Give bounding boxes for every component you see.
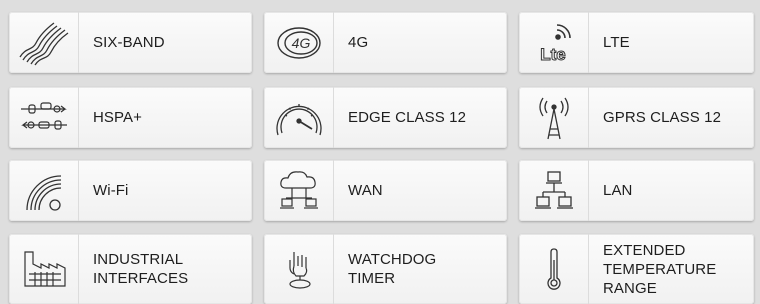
lan-network-icon [519, 160, 589, 221]
factory-icon [9, 234, 79, 304]
feature-tile-wifi: Wi-Fi [9, 160, 252, 221]
feature-label: SIX-BAND [79, 33, 165, 52]
feature-label: LTE [589, 33, 630, 52]
feature-tile-temperature: EXTENDED TEMPERATURE RANGE [519, 234, 754, 304]
feature-label-line: INTERFACES [93, 270, 189, 287]
hspa-plus-icon [9, 87, 79, 148]
feature-label-line: 4G [348, 34, 369, 51]
feature-label: HSPA+ [79, 108, 142, 127]
4g-badge-text: 4G [291, 35, 310, 51]
feature-label-line: WAN [348, 182, 383, 199]
watchdog-hand-icon [264, 234, 334, 304]
wifi-icon [9, 160, 79, 221]
feature-tile-hspa: HSPA+ [9, 87, 252, 148]
feature-label: WAN [334, 181, 383, 200]
feature-label-line: LAN [603, 182, 633, 199]
4g-icon: 4G [264, 12, 334, 73]
feature-label: INDUSTRIAL INTERFACES [79, 250, 188, 288]
feature-label: GPRS CLASS 12 [589, 108, 721, 127]
feature-label: EDGE CLASS 12 [334, 108, 466, 127]
feature-tile-lte: Lte LTE [519, 12, 754, 73]
feature-label-line: TEMPERATURE [603, 260, 717, 278]
feature-label-line: WATCHDOG [348, 251, 437, 268]
feature-label: EXTENDED TEMPERATURE RANGE [589, 241, 716, 298]
feature-tile-six-band: SIX-BAND [9, 12, 252, 73]
feature-label: LAN [589, 181, 632, 200]
wan-cloud-icon [264, 160, 334, 221]
feature-label-line: SIX-BAND [93, 34, 165, 51]
antenna-icon [519, 87, 589, 148]
feature-grid: SIX-BAND 4G 4G Lte LTE HSPA+ EDGE CLASS … [0, 0, 760, 304]
feature-label-line: INDUSTRIAL [93, 251, 184, 268]
feature-label-line: EDGE CLASS 12 [348, 109, 467, 126]
feature-tile-edge: EDGE CLASS 12 [264, 87, 507, 148]
feature-tile-watchdog: WATCHDOG TIMER [264, 234, 507, 304]
feature-tile-wan: WAN [264, 160, 507, 221]
feature-label-line: EXTENDED [603, 241, 686, 259]
feature-tile-lan: LAN [519, 160, 754, 221]
feature-label-line: HSPA+ [93, 109, 142, 126]
lte-badge-text: Lte [540, 45, 566, 64]
feature-label: Wi-Fi [79, 181, 128, 200]
feature-label-line: RANGE [603, 279, 657, 297]
thermometer-icon [519, 234, 589, 304]
feature-tile-4g: 4G 4G [264, 12, 507, 73]
feature-label: WATCHDOG TIMER [334, 250, 436, 288]
speedometer-icon [264, 87, 334, 148]
feature-label-line: GPRS CLASS 12 [603, 109, 722, 126]
feature-label-line: TIMER [348, 270, 396, 287]
lte-icon: Lte [519, 12, 589, 73]
feature-label: 4G [334, 33, 368, 52]
feature-tile-industrial: INDUSTRIAL INTERFACES [9, 234, 252, 304]
feature-label-line: Wi-Fi [93, 182, 129, 199]
six-band-wave-icon [9, 12, 79, 73]
feature-tile-gprs: GPRS CLASS 12 [519, 87, 754, 148]
feature-label-line: LTE [603, 34, 630, 51]
